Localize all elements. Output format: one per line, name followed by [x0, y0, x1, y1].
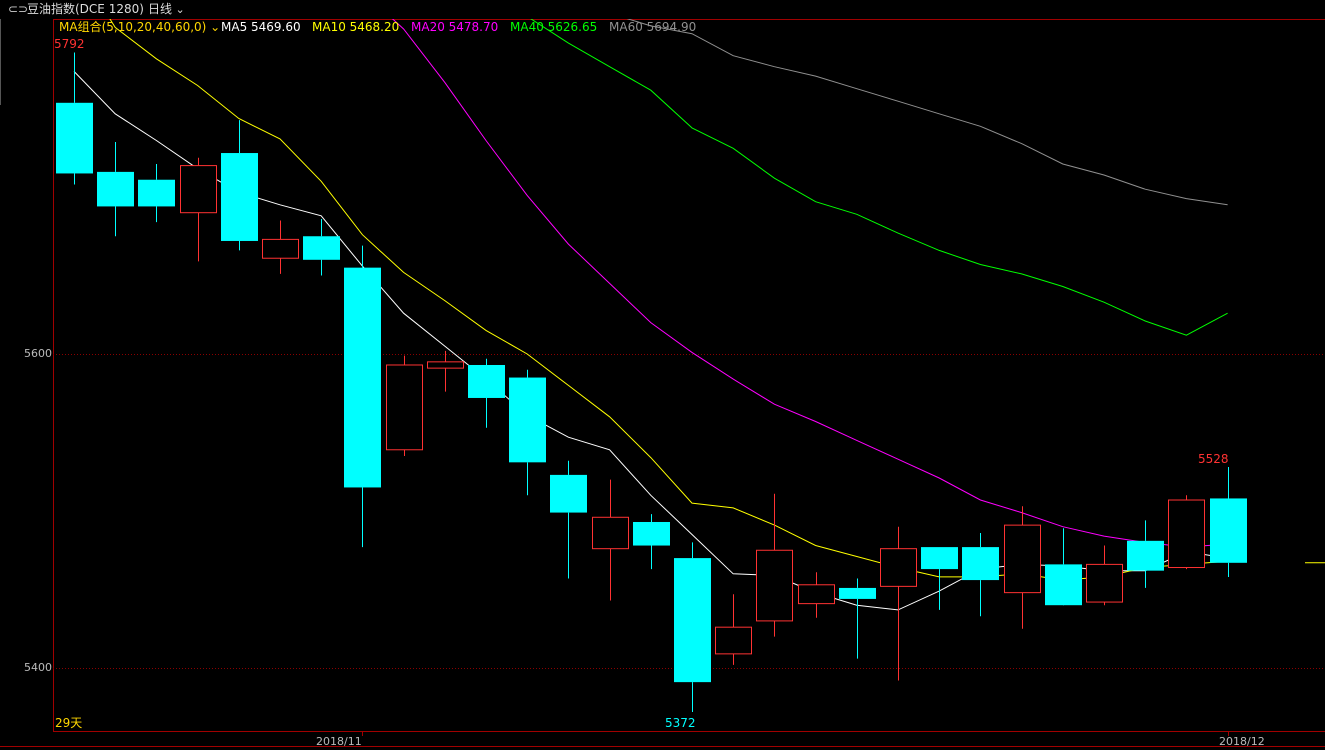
- candle-body: [221, 153, 258, 241]
- days-count-label: 29天: [55, 716, 83, 730]
- candle[interactable]: [1045, 528, 1082, 606]
- candle[interactable]: [468, 358, 505, 428]
- title-bar: ⊂⊃ 豆油指数(DCE 1280) 日线 ⌄: [0, 0, 1325, 19]
- candle-body: [138, 179, 175, 207]
- candle-body: [427, 361, 464, 369]
- candle[interactable]: [715, 594, 752, 665]
- candle[interactable]: [138, 164, 175, 223]
- candle-body: [509, 377, 546, 463]
- symbol-name[interactable]: 豆油指数(DCE 1280): [27, 0, 144, 19]
- x-tick-label: 2018/11: [316, 735, 362, 748]
- candle[interactable]: [509, 369, 546, 496]
- period-selector[interactable]: 日线 ⌄: [148, 0, 185, 19]
- candle-body: [550, 474, 587, 513]
- period-high-label: 5792: [54, 37, 85, 51]
- ma40-label: MA40 5626.65: [510, 20, 598, 34]
- candle-body: [592, 516, 629, 550]
- candle-body: [756, 549, 793, 622]
- candle-body: [1168, 499, 1205, 569]
- y-tick-label: 5600: [24, 347, 52, 360]
- candle-body: [880, 548, 917, 587]
- ma10-line: [97, 0, 1228, 581]
- last-high-label: 5528: [1198, 452, 1229, 466]
- candle[interactable]: [592, 479, 629, 601]
- candle-body: [180, 165, 217, 214]
- candlestick-chart[interactable]: [0, 0, 1325, 750]
- candle[interactable]: [303, 218, 340, 276]
- candle-body: [1086, 563, 1123, 603]
- candle[interactable]: [839, 578, 876, 659]
- candle-body: [839, 587, 876, 599]
- candle-body: [468, 364, 505, 398]
- candle-body: [1127, 540, 1164, 571]
- ma40-line: [486, 0, 1228, 336]
- candle[interactable]: [1168, 495, 1205, 570]
- chevron-down-icon: ⌄: [172, 3, 185, 16]
- candle-body: [798, 584, 835, 605]
- ma20-label: MA20 5478.70: [411, 20, 499, 34]
- candle-body: [56, 102, 93, 174]
- candle[interactable]: [962, 532, 999, 617]
- candle[interactable]: [756, 493, 793, 637]
- chart-frame: [0, 19, 1325, 747]
- chevron-down-icon: ⌄: [206, 20, 221, 34]
- candles[interactable]: [56, 52, 1325, 712]
- link-icon[interactable]: ⊂⊃: [8, 0, 28, 19]
- period-low-label: 5372: [665, 716, 696, 730]
- candle-body: [1004, 524, 1041, 594]
- candle[interactable]: [921, 547, 958, 610]
- candle[interactable]: [798, 572, 835, 618]
- ma-group-selector[interactable]: MA组合(5,10,20,40,60,0) ⌄: [59, 19, 220, 35]
- candle[interactable]: [674, 542, 711, 712]
- candle[interactable]: [633, 514, 670, 570]
- candle[interactable]: [56, 52, 93, 185]
- x-tick-label: 2018/12: [1219, 735, 1265, 748]
- candle-body: [1045, 564, 1082, 606]
- candle-body: [1210, 498, 1247, 563]
- candle-body: [715, 626, 752, 655]
- ma-group-label: MA组合(5,10,20,40,60,0): [59, 20, 207, 34]
- candle[interactable]: [180, 157, 217, 262]
- candle-body: [674, 558, 711, 683]
- candle[interactable]: [1004, 506, 1041, 629]
- moving-average-lines: [73, 0, 1228, 611]
- candle[interactable]: [1210, 467, 1247, 577]
- candle[interactable]: [221, 120, 258, 251]
- ma60-label: MA60 5694.90: [609, 20, 697, 34]
- candle[interactable]: [550, 460, 587, 579]
- candle-body: [262, 238, 299, 259]
- candle[interactable]: [1086, 545, 1123, 606]
- ma5-label: MA5 5469.60: [221, 20, 301, 34]
- candle-body: [303, 236, 340, 260]
- candle[interactable]: [1127, 520, 1164, 588]
- candle-body: [97, 171, 134, 207]
- candle-body: [633, 521, 670, 546]
- candle-body: [386, 364, 423, 451]
- ma10-label: MA10 5468.20: [312, 20, 400, 34]
- candle[interactable]: [344, 245, 381, 548]
- candle-body: [921, 547, 958, 570]
- candle[interactable]: [262, 220, 299, 274]
- ma20-line: [371, 0, 1228, 548]
- candle[interactable]: [386, 355, 423, 457]
- period-label: 日线: [148, 2, 173, 16]
- y-tick-label: 5400: [24, 661, 52, 674]
- candle-body: [962, 547, 999, 581]
- candle-body: [344, 267, 381, 488]
- candle[interactable]: [97, 142, 134, 237]
